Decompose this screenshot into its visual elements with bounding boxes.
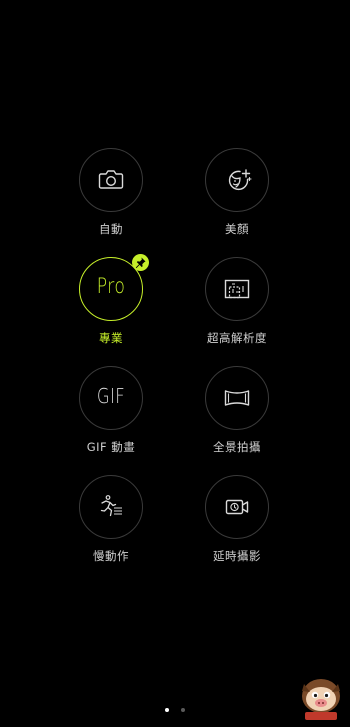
- slow-motion-icon: [100, 495, 122, 517]
- mode-gif-label: GIF 動畫: [86, 440, 136, 454]
- mode-auto[interactable]: 自動: [56, 148, 166, 248]
- mode-auto-label: 自動: [99, 222, 123, 236]
- super-resolution-icon: [224, 279, 250, 299]
- page-dot[interactable]: [181, 708, 185, 712]
- mode-beauty[interactable]: 美顏: [182, 148, 292, 248]
- panorama-icon: [224, 390, 250, 406]
- mode-panorama-ring: [205, 366, 269, 430]
- mode-pro-label: 專業: [99, 331, 123, 345]
- mode-super-resolution[interactable]: 超高解析度: [182, 257, 292, 357]
- mode-super-resolution-ring: [205, 257, 269, 321]
- mode-panorama[interactable]: 全景拍攝: [182, 366, 292, 466]
- pro-text: Pro: [96, 274, 126, 298]
- page-dot-current[interactable]: [165, 708, 169, 712]
- mode-pro[interactable]: Pro 專業: [56, 254, 166, 357]
- mode-time-lapse[interactable]: 延時攝影: [182, 475, 292, 575]
- watermark-mascot-logo: [296, 672, 346, 722]
- mode-panorama-label: 全景拍攝: [213, 440, 261, 454]
- time-lapse-icon: [225, 499, 249, 515]
- mode-slow-motion[interactable]: 慢動作: [56, 475, 166, 575]
- mode-time-lapse-ring: [205, 475, 269, 539]
- mode-super-resolution-label: 超高解析度: [207, 331, 267, 345]
- mode-slow-motion-label: 慢動作: [93, 549, 129, 563]
- mode-beauty-label: 美顏: [225, 222, 249, 236]
- camera-icon: [98, 170, 124, 189]
- mode-gif-ring: GIF: [79, 366, 143, 430]
- pin-icon[interactable]: [132, 254, 149, 271]
- gif-text: GIF: [96, 384, 126, 408]
- mode-beauty-ring: [205, 148, 269, 212]
- mode-time-lapse-label: 延時攝影: [213, 549, 261, 563]
- mode-gif[interactable]: GIF GIF 動畫: [56, 366, 166, 466]
- mode-slow-motion-ring: [79, 475, 143, 539]
- mode-auto-ring: [79, 148, 143, 212]
- beauty-face-icon: [228, 169, 252, 191]
